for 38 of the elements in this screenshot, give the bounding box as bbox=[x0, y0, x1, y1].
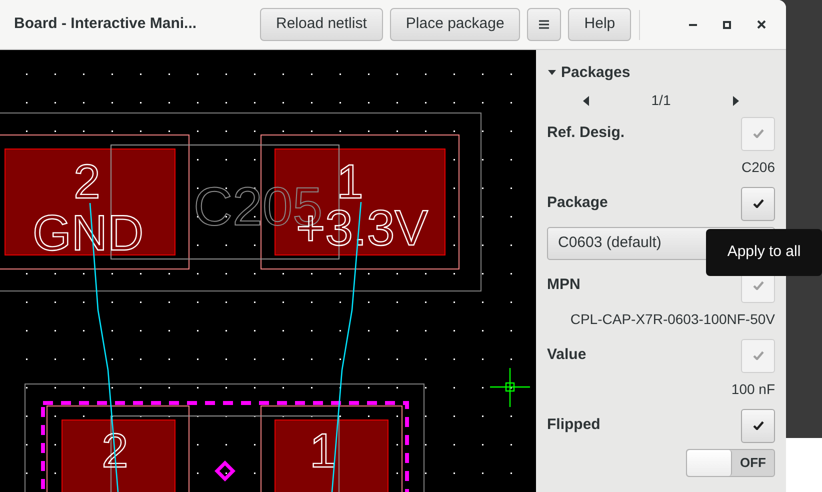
maximize-icon bbox=[723, 20, 731, 28]
desktop-background bbox=[786, 438, 822, 492]
tooltip: Apply to all bbox=[706, 229, 822, 276]
apply-to-all-button[interactable] bbox=[741, 186, 775, 220]
minimize-icon bbox=[689, 24, 697, 26]
field-label: Value bbox=[547, 345, 586, 366]
origin-marker-icon bbox=[214, 460, 236, 482]
field-label: Ref. Desig. bbox=[547, 123, 625, 144]
check-icon bbox=[752, 351, 764, 360]
apply-to-all-button[interactable] bbox=[741, 408, 775, 442]
check-icon bbox=[752, 421, 764, 430]
field-label: Package bbox=[547, 193, 608, 214]
field-label: Flipped bbox=[547, 415, 600, 436]
toolbar-button[interactable]: Place package bbox=[390, 8, 520, 41]
previous-arrow-icon[interactable] bbox=[583, 96, 589, 106]
menu-icon bbox=[539, 20, 550, 29]
section-title: Packages bbox=[561, 63, 630, 83]
crosshair-cursor-icon bbox=[489, 367, 531, 408]
check-icon bbox=[752, 199, 764, 208]
field-value: CPL-CAP-X7R-0603-100NF-50V bbox=[570, 310, 775, 328]
page-counter: 1/1 bbox=[651, 91, 671, 110]
check-icon bbox=[752, 281, 764, 290]
close-icon bbox=[756, 20, 766, 29]
pad-number: 1 bbox=[336, 156, 364, 209]
menu-button[interactable] bbox=[527, 8, 562, 41]
toolbar-button[interactable]: Reload netlist bbox=[260, 8, 383, 41]
next-arrow-icon[interactable] bbox=[733, 96, 739, 106]
pad-number: 2 bbox=[74, 156, 100, 209]
flipped-switch[interactable]: OFF bbox=[686, 448, 775, 476]
toolbar-button[interactable]: Help bbox=[568, 8, 632, 41]
caret-down-icon[interactable] bbox=[547, 69, 557, 78]
field-value: C206 bbox=[742, 158, 775, 176]
field-value: 100 nF bbox=[731, 380, 775, 398]
field-label: MPN bbox=[547, 275, 580, 296]
window-title: Board - Interactive Mani... bbox=[14, 14, 198, 34]
pad-number: 1 bbox=[310, 425, 336, 478]
copper-pad[interactable] bbox=[274, 420, 388, 492]
check-icon bbox=[752, 129, 764, 138]
